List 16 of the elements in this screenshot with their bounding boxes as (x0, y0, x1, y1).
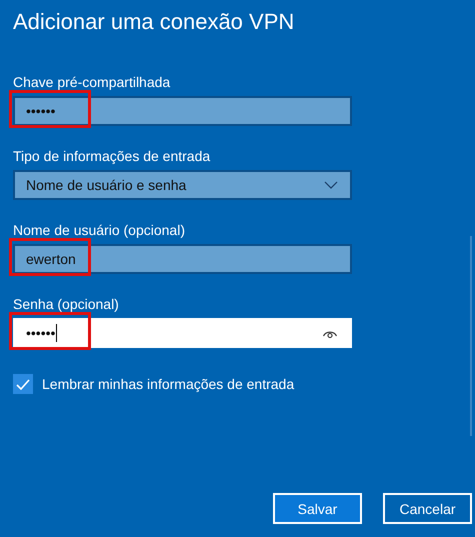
input-field[interactable]: •••••• (13, 96, 352, 126)
dropdown[interactable]: Nome de usuário e senha (13, 170, 352, 200)
password-field[interactable]: •••••• (13, 318, 352, 348)
chevron-down-icon (324, 181, 338, 189)
checkbox-label: Lembrar minhas informações de entrada (42, 376, 294, 392)
input-field[interactable]: ewerton (13, 244, 352, 274)
save-button[interactable]: Salvar (273, 493, 362, 524)
field-label: Senha (opcional) (13, 295, 120, 313)
cancel-button[interactable]: Cancelar (383, 493, 472, 524)
checkmark-icon (16, 378, 30, 390)
field-label: Nome de usuário (opcional) (13, 221, 186, 239)
window-title: Adicionar uma conexão VPN (13, 8, 296, 36)
field-label: Tipo de informações de entrada (13, 147, 212, 165)
checkbox[interactable] (13, 374, 33, 394)
scrollbar[interactable] (470, 236, 472, 436)
field-label: Chave pré-compartilhada (13, 73, 172, 91)
